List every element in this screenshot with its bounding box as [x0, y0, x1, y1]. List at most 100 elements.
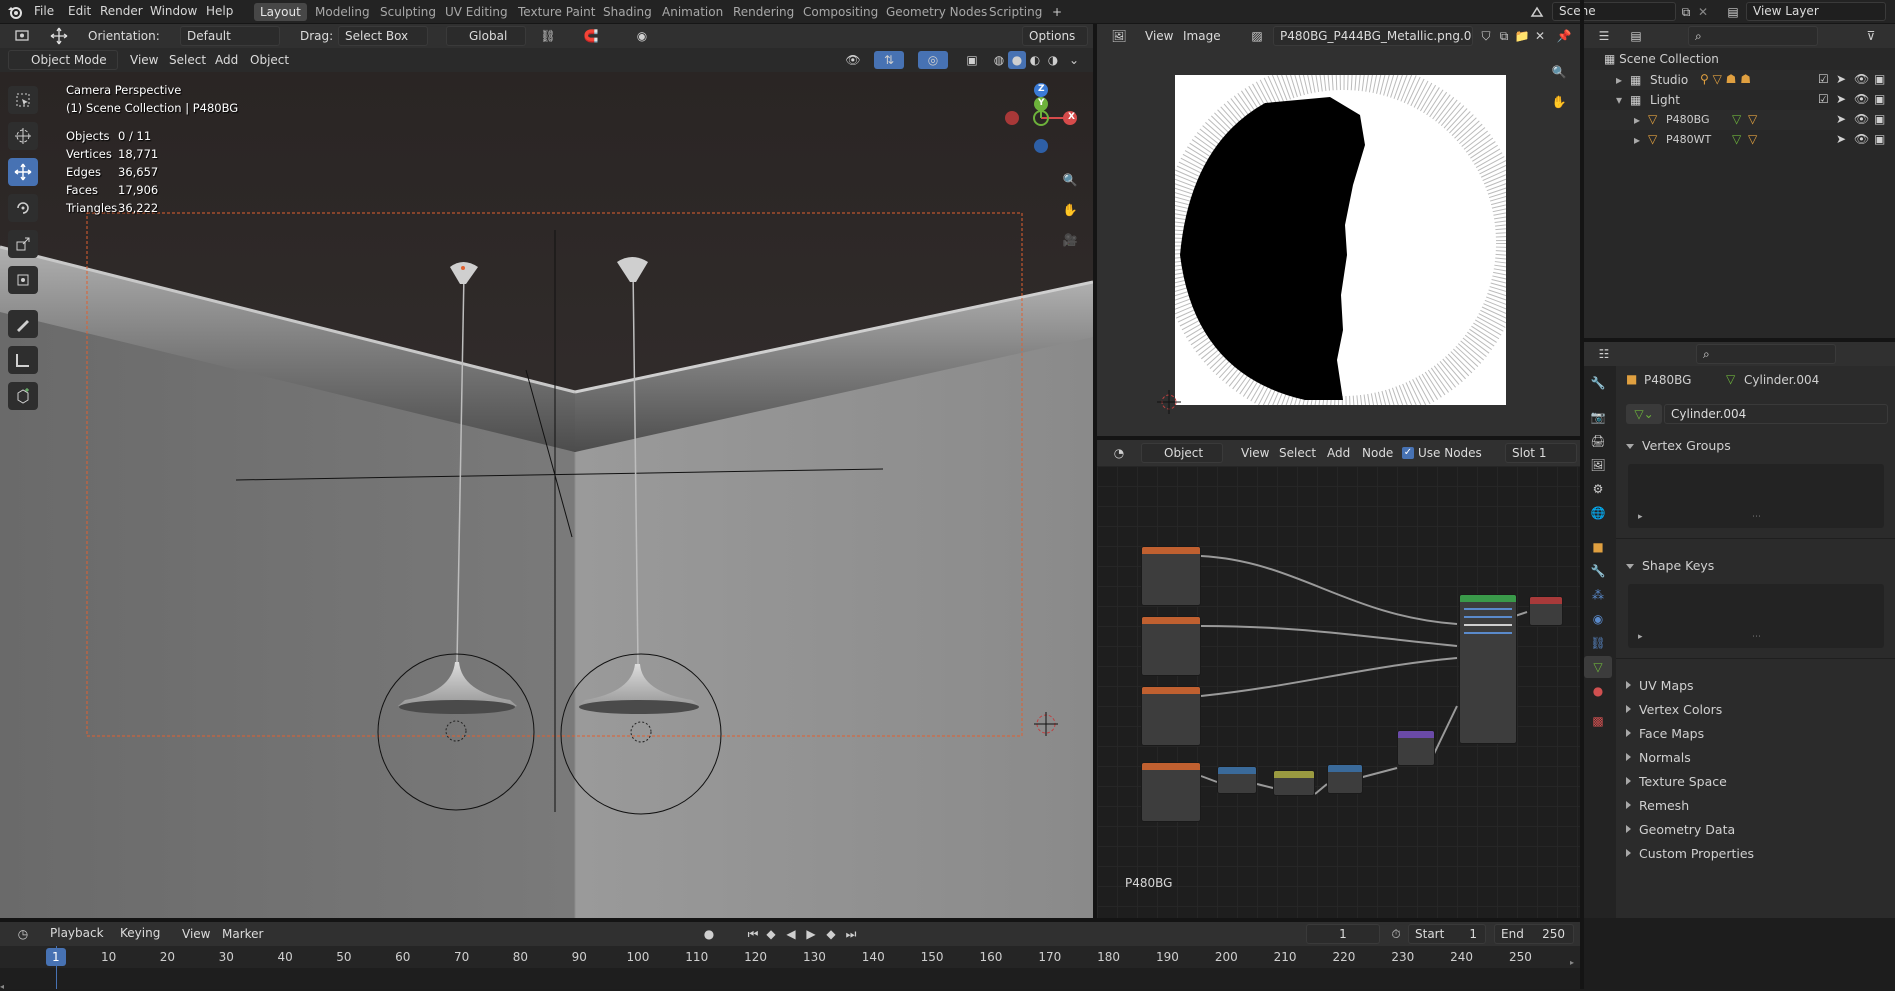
panel-vertex-groups[interactable]: Vertex Groups [1626, 438, 1731, 453]
scale-tool[interactable] [8, 230, 38, 258]
panel-vertex-colors[interactable]: Vertex Colors [1626, 702, 1722, 717]
modifier-tab-icon[interactable]: 🔧 [1586, 560, 1610, 582]
node-canvas[interactable]: P480BG [1097, 466, 1580, 918]
panel-uv-maps[interactable]: UV Maps [1626, 678, 1694, 693]
panel-remesh[interactable]: Remesh [1626, 798, 1689, 813]
image-name-field[interactable]: P480BG_P444BG_Metallic.png.002 [1273, 26, 1473, 46]
camera-icon[interactable]: ▣ [1874, 72, 1885, 86]
menu-file[interactable]: File [34, 4, 54, 18]
outliner-type-icon[interactable]: ☰ [1590, 27, 1618, 45]
open-image-icon[interactable]: 📁 [1513, 27, 1531, 45]
checkbox-icon[interactable]: ☑ [1818, 72, 1829, 86]
add-workspace-button[interactable]: + [1046, 3, 1068, 21]
panel-face-maps[interactable]: Face Maps [1626, 726, 1704, 741]
tab-uv-editing[interactable]: UV Editing [439, 3, 514, 21]
tab-texture-paint[interactable]: Texture Paint [512, 3, 601, 21]
viewport-menu-object[interactable]: Object [250, 53, 289, 67]
shape-keys-list[interactable]: ▸ ⋯ [1628, 584, 1884, 648]
timeline-type-icon[interactable]: ◷ [8, 925, 38, 943]
panel-normals[interactable]: Normals [1626, 750, 1691, 765]
outliner-scene-collection[interactable]: ▦ Scene Collection [1604, 52, 1719, 66]
visibility-icon[interactable]: 👁 [838, 51, 868, 69]
keying-dropdown[interactable]: Keying [114, 924, 172, 944]
menu-help[interactable]: Help [206, 4, 233, 18]
particles-tab-icon[interactable]: ⁂ [1586, 584, 1610, 606]
vertex-groups-list[interactable]: ▸ ⋯ [1628, 464, 1884, 528]
measure-tool[interactable] [8, 346, 38, 374]
select-icon[interactable]: ➤ [1836, 92, 1846, 106]
rotate-tool[interactable] [8, 194, 38, 222]
tab-rendering[interactable]: Rendering [727, 3, 800, 21]
move-tool[interactable] [8, 158, 38, 186]
view-layer-selector[interactable]: View Layer [1746, 2, 1886, 21]
shading-options-icon[interactable]: ⌄ [1064, 51, 1084, 69]
timeline-menu-view[interactable]: View [182, 927, 210, 941]
camera-view-icon[interactable]: 🎥 [1058, 228, 1082, 252]
eye-icon[interactable]: 👁 [1854, 92, 1869, 106]
expand-icon[interactable]: ▸ [1634, 113, 1640, 127]
image-texture-node[interactable] [1141, 616, 1201, 676]
node-menu-node[interactable]: Node [1362, 446, 1393, 460]
menu-window[interactable]: Window [150, 4, 197, 18]
unlink-image-icon[interactable]: ✕ [1531, 27, 1549, 45]
overlay-toggle-icon[interactable]: ◎ [918, 51, 948, 69]
jump-start-icon[interactable]: ⏮ [744, 925, 762, 943]
tab-modeling[interactable]: Modeling [309, 3, 376, 21]
mesh-name-field[interactable]: Cylinder.004 [1664, 404, 1888, 424]
constraints-tab-icon[interactable]: ⛓ [1586, 632, 1610, 654]
camera-icon[interactable]: ▣ [1874, 92, 1885, 106]
world-tab-icon[interactable]: 🌐 [1586, 502, 1610, 524]
principled-bsdf-node[interactable] [1459, 594, 1517, 744]
tool-tab-icon[interactable]: 🔧 [1586, 372, 1610, 394]
panel-texture-space[interactable]: Texture Space [1626, 774, 1727, 789]
tab-geometry-nodes[interactable]: Geometry Nodes [880, 3, 993, 21]
start-frame-field[interactable]: Start 1 [1408, 924, 1486, 944]
node-menu-select[interactable]: Select [1279, 446, 1316, 460]
transform-orientation-dropdown[interactable]: Global [446, 26, 526, 46]
filter-icon[interactable]: ⊽ [1854, 27, 1888, 45]
pin-icon[interactable]: 📌 [1555, 27, 1573, 45]
outliner-row-light[interactable]: ▾ ▦ Light ☑ ➤ 👁 ▣ [1584, 90, 1895, 110]
fake-user-icon[interactable]: ⛉ [1477, 27, 1495, 45]
zoom-icon[interactable]: 🔍 [1058, 168, 1082, 192]
select-icon[interactable]: ➤ [1836, 132, 1846, 146]
outliner-row-p480bg[interactable]: ▸ ▽ P480BG ▽ ▽ ➤ 👁 ▣ [1584, 110, 1895, 130]
shader-type-dropdown[interactable]: Object [1141, 443, 1223, 463]
menu-render[interactable]: Render [100, 4, 143, 18]
tab-sculpting[interactable]: Sculpting [374, 3, 442, 21]
physics-tab-icon[interactable]: ◉ [1586, 608, 1610, 630]
panel-custom-properties[interactable]: Custom Properties [1626, 846, 1754, 861]
menu-edit[interactable]: Edit [68, 4, 91, 18]
tab-shading[interactable]: Shading [597, 3, 658, 21]
display-mode-icon[interactable]: ▤ [1622, 27, 1650, 45]
xray-icon[interactable]: ▣ [962, 51, 982, 69]
image-texture-node[interactable] [1141, 546, 1201, 606]
scene-tab-icon[interactable]: ⚙ [1586, 478, 1610, 500]
expand-icon[interactable]: ▸ [1634, 133, 1640, 147]
eye-icon[interactable]: 👁 [1854, 72, 1869, 86]
image-zoom-icon[interactable]: 🔍 [1547, 60, 1571, 84]
image-menu-image[interactable]: Image [1183, 29, 1221, 43]
snap-icon[interactable]: 🧲 [566, 27, 616, 45]
outliner-row-p480wt[interactable]: ▸ ▽ P480WT ▽ ▽ ➤ 👁 ▣ [1584, 130, 1895, 150]
normal-map-node[interactable] [1397, 730, 1435, 766]
camera-icon[interactable]: ▣ [1874, 112, 1885, 126]
scene-selector[interactable]: Scene [1552, 2, 1676, 21]
select-icon[interactable]: ➤ [1836, 72, 1846, 86]
duplicate-image-icon[interactable]: ⧉ [1495, 27, 1513, 45]
image-editor-type-icon[interactable]: 🖼 [1105, 27, 1133, 45]
select-icon[interactable]: ➤ [1836, 112, 1846, 126]
pivot-icon[interactable]: ⛓ [534, 27, 562, 45]
new-scene-icon[interactable]: ⧉ [1678, 3, 1694, 21]
solid-shading-icon[interactable]: ● [1008, 51, 1026, 69]
blender-logo-icon[interactable] [6, 3, 24, 21]
viewport-menu-select[interactable]: Select [169, 53, 206, 67]
options-dropdown[interactable]: Options [1022, 26, 1088, 46]
list-expand-icon[interactable]: ▸ [1638, 512, 1643, 522]
next-keyframe-icon[interactable]: ◆ [822, 925, 840, 943]
image-browse-icon[interactable]: ▨ [1243, 27, 1271, 45]
rendered-shading-icon[interactable]: ◑ [1044, 51, 1062, 69]
material-tab-icon[interactable]: ● [1586, 680, 1610, 702]
node-menu-add[interactable]: Add [1327, 446, 1350, 460]
viewport-menu-add[interactable]: Add [215, 53, 238, 67]
